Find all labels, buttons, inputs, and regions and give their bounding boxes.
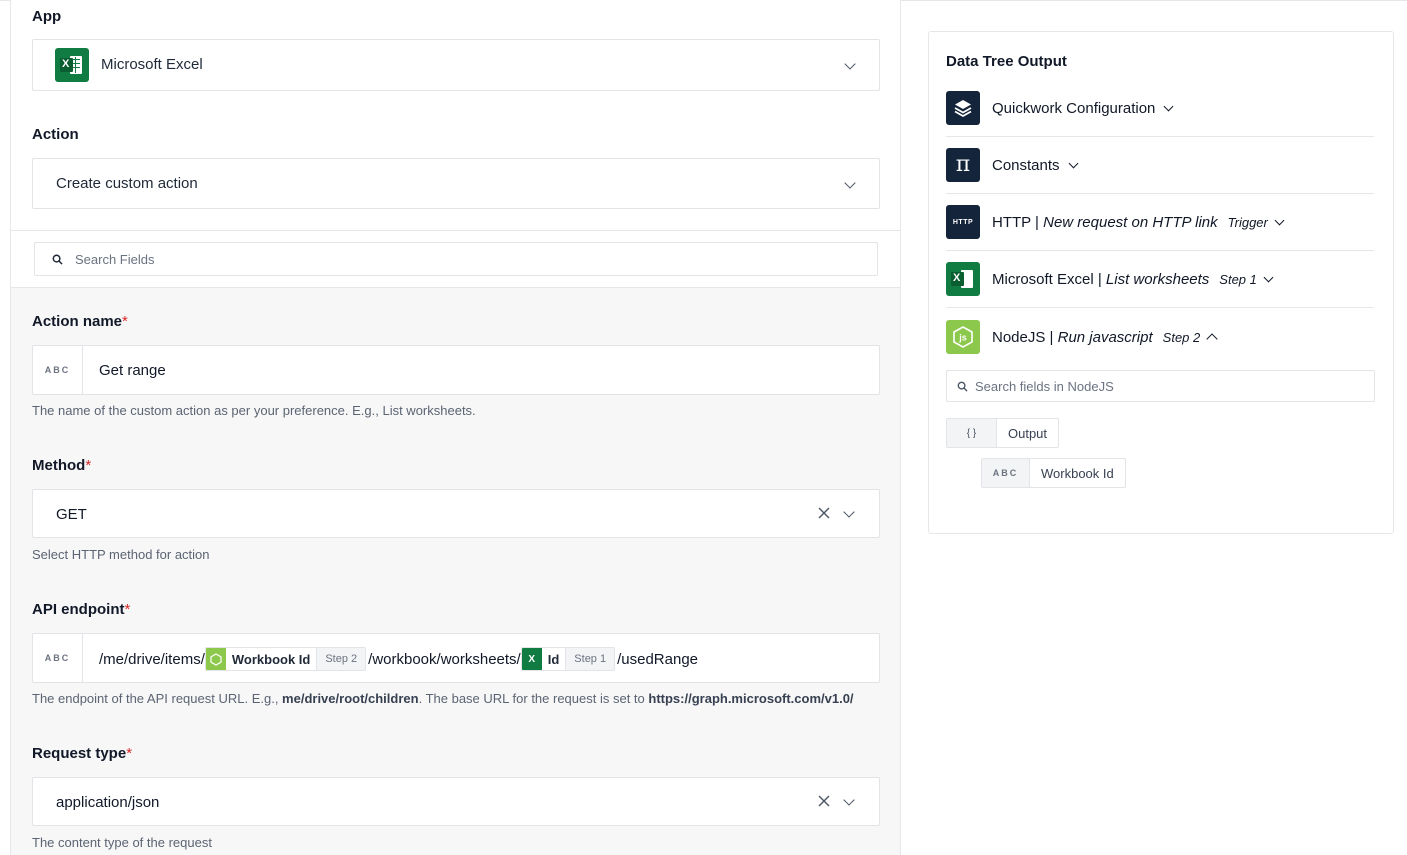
tree-item-http[interactable]: HTTP HTTP | New request on HTTP link Tri… [946, 205, 1374, 239]
action-value: Create custom action [56, 175, 198, 192]
divider [946, 250, 1374, 251]
pi-icon: π [946, 148, 980, 182]
chevron-down-icon[interactable] [1163, 101, 1174, 111]
data-tree-panel: Data Tree Output Quickwork Configuration… [928, 31, 1394, 534]
chevron-down-icon[interactable] [843, 794, 855, 806]
chevron-down-icon[interactable] [1068, 158, 1078, 168]
chevron-down-icon[interactable] [844, 58, 856, 70]
nodejs-icon: js [946, 320, 980, 354]
method-label: Method* [32, 457, 92, 474]
request-type-select[interactable]: application/json [32, 777, 880, 826]
data-tree-title: Data Tree Output [946, 53, 1067, 70]
nodejs-icon [205, 648, 226, 670]
svg-text:js: js [958, 333, 967, 343]
endpoint-segment: /me/drive/items/ [99, 650, 205, 668]
text-type-badge: ABC [982, 459, 1030, 487]
excel-icon: X [946, 262, 980, 296]
chevron-down-icon[interactable] [843, 506, 855, 518]
excel-icon: X [521, 648, 542, 670]
api-endpoint-helper: The endpoint of the API request URL. E.g… [32, 691, 854, 706]
search-fields-input[interactable]: Search Fields [34, 242, 878, 276]
method-helper: Select HTTP method for action [32, 547, 210, 562]
tree-item-label: Constants [992, 156, 1060, 174]
request-type-label: Request type* [32, 745, 133, 762]
search-icon [52, 254, 63, 265]
method-value: GET [56, 506, 87, 523]
step-badge: Step 2 [1162, 329, 1201, 345]
tree-item-microsoft-excel[interactable]: X Microsoft Excel | List worksheets Step… [946, 262, 1374, 296]
chevron-down-icon[interactable] [1274, 215, 1285, 225]
output-label: Output [1008, 425, 1048, 441]
chevron-up-icon[interactable] [1206, 333, 1218, 345]
divider [946, 193, 1374, 194]
workbook-id-pill[interactable]: Workbook Id Step 2 [204, 647, 367, 671]
layers-icon [946, 91, 980, 125]
endpoint-segment: /workbook/worksheets/ [368, 650, 521, 668]
step-badge: Step 1 [1219, 271, 1257, 287]
app-label: App [32, 8, 62, 25]
excel-icon: X [55, 48, 89, 82]
action-label: Action [32, 126, 79, 143]
api-endpoint-label: API endpoint* [32, 601, 131, 618]
output-node[interactable]: { } Output [946, 418, 1060, 448]
action-name-value[interactable]: Get range [99, 362, 166, 379]
tree-item-label: Quickwork Configuration [992, 99, 1156, 117]
text-type-badge: ABC [33, 634, 83, 682]
tree-item-label: Microsoft Excel | List worksheets [992, 270, 1210, 288]
chevron-down-icon[interactable] [844, 177, 856, 189]
divider [11, 287, 900, 288]
request-type-helper: The content type of the request [32, 835, 212, 850]
app-value: Microsoft Excel [101, 56, 203, 73]
action-name-field[interactable]: ABC Get range [32, 345, 880, 395]
action-select[interactable]: Create custom action [32, 158, 880, 209]
clear-icon[interactable] [818, 507, 830, 519]
divider [946, 307, 1374, 308]
http-icon: HTTP [946, 205, 980, 239]
api-endpoint-value[interactable]: /me/drive/items/ Workbook Id Step 2 /wor… [99, 647, 698, 671]
app-select[interactable]: X Microsoft Excel [32, 39, 880, 91]
tree-item-label: HTTP | New request on HTTP link [992, 213, 1218, 231]
action-name-label: Action name* [32, 313, 128, 330]
chevron-down-icon[interactable] [1263, 272, 1274, 282]
api-endpoint-field[interactable]: ABC /me/drive/items/ Workbook Id Step 2 … [32, 633, 880, 683]
search-icon [957, 381, 968, 392]
id-pill[interactable]: X Id Step 1 [520, 647, 616, 671]
search-placeholder: Search fields in NodeJS [975, 379, 1114, 394]
action-name-helper: The name of the custom action as per you… [32, 403, 476, 418]
trigger-badge: Trigger [1227, 214, 1268, 230]
nodejs-search-input[interactable]: Search fields in NodeJS [946, 370, 1375, 402]
method-select[interactable]: GET [32, 489, 880, 538]
object-icon: { } [947, 419, 997, 447]
tree-item-constants[interactable]: π Constants [946, 148, 1374, 182]
tree-item-nodejs[interactable]: js NodeJS | Run javascript Step 2 [946, 320, 1374, 354]
request-type-value: application/json [56, 794, 160, 811]
search-placeholder: Search Fields [75, 252, 155, 267]
divider [946, 136, 1374, 137]
text-type-badge: ABC [33, 346, 83, 394]
endpoint-segment: /usedRange [617, 650, 699, 668]
clear-icon[interactable] [818, 795, 830, 807]
tree-item-label: NodeJS | Run javascript [992, 328, 1153, 346]
divider [11, 230, 900, 231]
workbook-id-node[interactable]: ABC Workbook Id [981, 458, 1126, 488]
workbook-id-label: Workbook Id [1041, 465, 1114, 481]
tree-item-quickwork-configuration[interactable]: Quickwork Configuration [946, 91, 1374, 125]
